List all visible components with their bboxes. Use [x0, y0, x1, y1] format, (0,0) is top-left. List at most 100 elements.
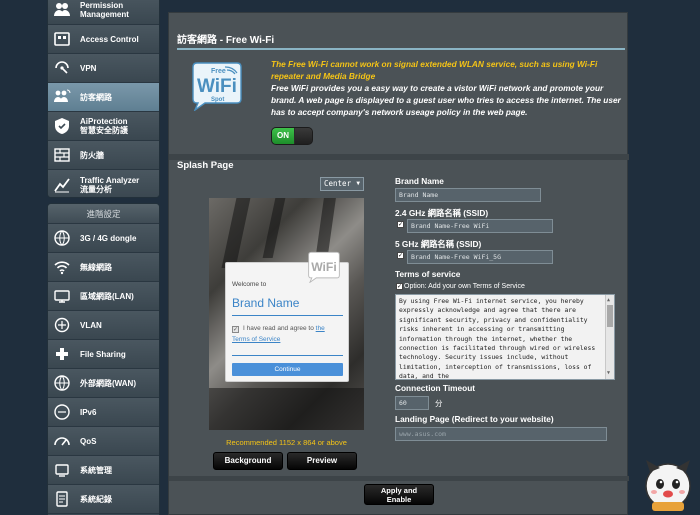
sidebar-item-lan[interactable]: 區域網路(LAN): [48, 282, 159, 311]
page-title: 訪客網路 - Free Wi-Fi: [177, 35, 275, 46]
sidebar-item-vpn[interactable]: VPN: [48, 54, 159, 83]
sidebar-item-guest-network[interactable]: 訪客網路: [48, 83, 159, 112]
sidebar-item-permission[interactable]: Permission Management: [48, 0, 159, 25]
toggle-knob: [295, 128, 312, 144]
sidebar-item-admin[interactable]: 系統管理: [48, 456, 159, 485]
sidebar-item-label: 無線網路: [80, 262, 112, 272]
background-button[interactable]: Background: [213, 452, 283, 470]
aiprotection-icon: [52, 116, 72, 136]
wireless-icon: [52, 257, 72, 277]
ssid-5-input[interactable]: Brand Name-Free WiFi_5G: [407, 250, 553, 264]
timeout-unit: 分: [435, 399, 443, 408]
sidebar-item-label: File Sharing: [80, 349, 126, 359]
ssid-5-checkbox[interactable]: ✓: [397, 252, 404, 259]
landing-page-label: Landing Page (Redirect to your website): [395, 414, 554, 424]
preview-brand-name: Brand Name: [232, 296, 300, 310]
traffic-analyzer-icon: [52, 175, 72, 195]
firewall-icon: [52, 145, 72, 165]
preview-agree-checkbox[interactable]: ✓: [232, 326, 239, 333]
sidebar-item-file-sharing[interactable]: File Sharing: [48, 340, 159, 369]
scroll-down-icon[interactable]: ▼: [607, 369, 610, 378]
terms-option-label: Option: Add your own Terms of Service: [404, 283, 525, 290]
mascot-watermark-icon: [645, 460, 691, 511]
lan-icon: [52, 286, 72, 306]
sidebar: Permission Management Access Control VPN…: [47, 0, 160, 515]
sidebar-item-qos[interactable]: QoS: [48, 427, 159, 456]
description-text: Free WiFi provides you a easy way to cre…: [271, 83, 621, 117]
scroll-up-icon[interactable]: ▲: [607, 296, 610, 305]
brand-name-input[interactable]: Brand Name: [395, 188, 541, 202]
preview-divider: [232, 315, 343, 316]
sidebar-item-label: 訪客網路: [80, 92, 112, 102]
scrollbar-thumb[interactable]: [607, 305, 613, 327]
toggle-on-label: ON: [272, 128, 294, 144]
sidebar-item-syslog[interactable]: 系統紀錄: [48, 485, 159, 514]
sidebar-general-group: Permission Management Access Control VPN…: [47, 0, 160, 198]
preview-divider: [232, 355, 343, 356]
free-wifi-toggle[interactable]: ON: [271, 127, 313, 145]
splash-preview: WiFi Welcome to Brand Name ✓ I have read …: [209, 198, 364, 430]
sidebar-item-dongle[interactable]: 3G / 4G dongle: [48, 224, 159, 253]
sidebar-item-label: AiProtection 智慧安全防護: [80, 117, 128, 135]
main-panel: 訪客網路 - Free Wi-Fi Free WiFi Spot The Fre…: [168, 12, 629, 515]
splash-page-label: Splash Page: [177, 160, 234, 171]
sidebar-item-label: VPN: [80, 63, 97, 73]
timeout-input[interactable]: 60: [395, 396, 429, 410]
sidebar-item-label: IPv6: [80, 407, 97, 417]
sidebar-item-label: 系統管理: [80, 465, 112, 475]
preview-bg-shadow: [221, 198, 251, 268]
vpn-icon: [52, 58, 72, 78]
landing-page-input[interactable]: www.asus.com: [395, 427, 607, 441]
alignment-select-value: Center: [324, 179, 352, 188]
vlan-icon: [52, 315, 72, 335]
brand-name-label: Brand Name: [395, 176, 444, 186]
sidebar-item-vlan[interactable]: VLAN: [48, 311, 159, 340]
ssid-24-input[interactable]: Brand Name-Free WiFi: [407, 219, 553, 233]
sidebar-item-aiprotection[interactable]: AiProtection 智慧安全防護: [48, 112, 159, 141]
sidebar-item-firewall[interactable]: 防火牆: [48, 141, 159, 170]
admin-icon: [52, 460, 72, 480]
preview-logo-text: WiFi: [311, 260, 337, 274]
sidebar-advanced-header: 進階設定: [48, 204, 159, 224]
warning-text: The Free Wi-Fi cannot work on signal ext…: [271, 59, 598, 81]
preview-button[interactable]: Preview: [287, 452, 357, 470]
terms-scrollbar[interactable]: ▲ ▼: [605, 295, 614, 379]
preview-continue-button[interactable]: Continue: [232, 363, 343, 376]
sidebar-item-label: QoS: [80, 436, 97, 446]
timeout-label: Connection Timeout: [395, 383, 476, 393]
guest-network-icon: [52, 87, 72, 107]
ssid-24-label: 2.4 GHz 網路名稱 (SSID): [395, 208, 489, 218]
logo-text-free: Free: [211, 68, 226, 75]
sidebar-item-label: 系統紀錄: [80, 494, 112, 504]
sidebar-item-label: 外部網路(WAN): [80, 378, 136, 388]
logo-text-spot: Spot: [211, 97, 224, 103]
terms-textarea[interactable]: By using Free Wi-Fi internet service, yo…: [395, 294, 615, 380]
apply-enable-button[interactable]: Apply and Enable: [364, 484, 434, 505]
sidebar-item-wan[interactable]: 外部網路(WAN): [48, 369, 159, 398]
sidebar-item-wireless[interactable]: 無線網路: [48, 253, 159, 282]
permission-icon: [52, 0, 72, 20]
preview-terms-link[interactable]: Terms of Service: [232, 336, 280, 343]
preview-wifi-logo: WiFi: [308, 251, 340, 283]
ssid-24-checkbox[interactable]: ✓: [397, 221, 404, 228]
qos-icon: [52, 431, 72, 451]
ssid-5-label: 5 GHz 網路名稱 (SSID): [395, 239, 482, 249]
sidebar-advanced-group: 進階設定 3G / 4G dongle 無線網路 區域網路(LAN) VLAN: [47, 203, 160, 515]
section-divider: [169, 154, 629, 160]
preview-agree: ✓ I have read and agree to the Terms of Se…: [232, 323, 346, 345]
bottom-divider: [169, 476, 629, 481]
terms-label: Terms of service: [395, 269, 461, 279]
apply-button-line1: Apply and: [380, 486, 418, 495]
sidebar-item-access-control[interactable]: Access Control: [48, 25, 159, 54]
sidebar-item-label: VLAN: [80, 320, 102, 330]
access-control-icon: [52, 29, 72, 49]
sidebar-item-traffic-analyzer[interactable]: Traffic Analyzer 流量分析: [48, 170, 159, 197]
sidebar-item-ipv6[interactable]: IPv6: [48, 398, 159, 427]
chevron-down-icon: ▼: [356, 180, 360, 187]
terms-option-checkbox[interactable]: ✓: [396, 283, 403, 290]
title-divider: [177, 48, 625, 50]
alignment-select[interactable]: Center ▼: [320, 177, 364, 191]
sidebar-item-label: 防火牆: [80, 150, 104, 160]
ipv6-icon: [52, 402, 72, 422]
preview-terms-link[interactable]: the: [316, 325, 325, 332]
